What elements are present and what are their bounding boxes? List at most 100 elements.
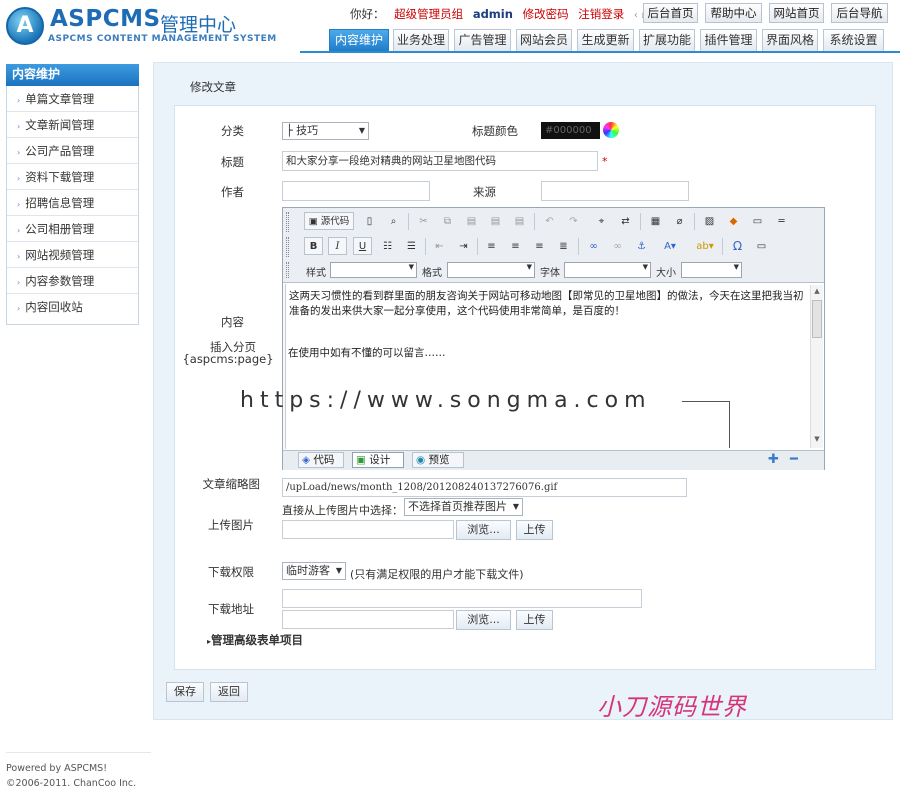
sidebar-item-jobs[interactable]: › 招聘信息管理 <box>7 190 138 216</box>
size-select[interactable]: ▼ <box>681 262 742 278</box>
italic-icon[interactable]: I <box>328 237 347 255</box>
replace-icon[interactable]: ⇄ <box>616 212 635 230</box>
link-icon[interactable]: ∞ <box>584 237 603 255</box>
brand-overlay-text: 小刀源码世界 <box>597 693 747 721</box>
sidebar-item-recycle[interactable]: › 内容回收站 <box>7 294 138 320</box>
special-char-icon[interactable]: Ω <box>728 237 747 255</box>
insert-page-tag[interactable]: {aspcms:page} <box>178 352 278 366</box>
download-file-path[interactable] <box>282 610 454 629</box>
format-select[interactable]: ▼ <box>447 262 535 278</box>
upload-button-2[interactable]: 上传 <box>516 610 553 630</box>
sidebar-item-single-articles[interactable]: › 单篇文章管理 <box>7 86 138 112</box>
tab-extensions[interactable]: 扩展功能 <box>639 29 695 51</box>
select-all-icon[interactable]: ▦ <box>646 212 665 230</box>
sidebar-item-news[interactable]: › 文章新闻管理 <box>7 112 138 138</box>
download-permission-note: (只有满足权限的用户才能下载文件) <box>350 568 524 581</box>
collapse-icon[interactable]: ━ <box>790 452 798 467</box>
logout-link[interactable]: 注销登录 <box>578 7 624 21</box>
anchor-icon[interactable]: ⚓ <box>632 237 651 255</box>
save-button[interactable]: 保存 <box>166 682 204 702</box>
preview-icon[interactable]: ⌕ <box>384 212 403 230</box>
horizontal-rule-icon[interactable]: ═ <box>772 212 791 230</box>
top-button-site-home[interactable]: 网站首页 <box>769 3 824 23</box>
paste-icon[interactable]: ▤ <box>462 212 481 230</box>
style-select[interactable]: ▼ <box>330 262 417 278</box>
find-icon[interactable]: ⌖ <box>592 212 611 230</box>
tab-ads[interactable]: 广告管理 <box>454 29 511 51</box>
category-select[interactable]: ├ 技巧 ▼ <box>282 122 369 140</box>
sidebar-item-videos[interactable]: › 网站视频管理 <box>7 242 138 268</box>
tab-plugins[interactable]: 插件管理 <box>700 29 757 51</box>
top-button-admin-home[interactable]: 后台首页 <box>643 3 698 23</box>
mode-code-button[interactable]: ◈ 代码 <box>298 452 344 468</box>
copy-icon[interactable]: ⧉ <box>438 212 457 230</box>
content-label: 内容 <box>221 315 244 329</box>
outdent-icon[interactable]: ⇤ <box>430 237 449 255</box>
tab-themes[interactable]: 界面风格 <box>762 29 818 51</box>
source-code-button[interactable]: ▣ 源代码 <box>304 212 354 230</box>
source-input[interactable] <box>541 181 689 201</box>
remove-format-icon[interactable]: ⌀ <box>670 212 689 230</box>
color-picker-icon[interactable] <box>603 122 619 138</box>
bold-icon[interactable]: B <box>304 237 323 255</box>
sidebar-item-label: 内容回收站 <box>25 300 83 314</box>
text-color-icon[interactable]: A▾ <box>656 237 684 255</box>
scroll-down-icon[interactable]: ▼ <box>812 435 822 443</box>
download-permission-value: 临时游客 <box>286 564 330 577</box>
title-input[interactable]: 和大家分享一段绝对精典的网站卫星地图代码 <box>282 151 598 171</box>
table-icon[interactable]: ▭ <box>748 212 767 230</box>
browse-button[interactable]: 浏览... <box>456 520 511 540</box>
thumbnail-input[interactable]: /upLoad/news/month_1208/2012082401372760… <box>282 478 687 497</box>
title-color-input[interactable]: #000000 <box>541 122 600 139</box>
tab-members[interactable]: 网站会员 <box>516 29 572 51</box>
upload-button[interactable]: 上传 <box>516 520 553 540</box>
sidebar-item-label: 公司产品管理 <box>25 144 95 158</box>
cut-icon[interactable]: ✂ <box>414 212 433 230</box>
align-justify-icon[interactable]: ≣ <box>554 237 573 255</box>
top-button-nav[interactable]: 后台导航 <box>831 3 888 23</box>
author-input[interactable] <box>282 181 430 201</box>
redo-icon[interactable]: ↷ <box>564 212 583 230</box>
bg-color-icon[interactable]: ab▾ <box>690 237 720 255</box>
scroll-thumb[interactable] <box>812 300 822 338</box>
sidebar-title: 内容维护 <box>6 64 139 86</box>
editor-scrollbar[interactable]: ▲ ▼ <box>810 285 823 448</box>
unordered-list-icon[interactable]: ☰ <box>402 237 421 255</box>
browse-button-2[interactable]: 浏览... <box>456 610 511 630</box>
back-button[interactable]: 返回 <box>210 682 248 702</box>
tab-generate[interactable]: 生成更新 <box>577 29 634 51</box>
new-page-icon[interactable]: ▯ <box>360 212 379 230</box>
font-select[interactable]: ▼ <box>564 262 651 278</box>
flash-icon[interactable]: ◆ <box>724 212 743 230</box>
align-left-icon[interactable]: ≡ <box>482 237 501 255</box>
tab-business[interactable]: 业务处理 <box>393 29 449 51</box>
expand-icon[interactable]: ✚ <box>768 452 779 467</box>
align-right-icon[interactable]: ≡ <box>530 237 549 255</box>
download-url-input[interactable] <box>282 589 642 608</box>
download-permission-select[interactable]: 临时游客 ▼ <box>282 562 346 580</box>
upload-image-path[interactable] <box>282 520 454 539</box>
underline-icon[interactable]: U <box>353 237 372 255</box>
sidebar-item-params[interactable]: › 内容参数管理 <box>7 268 138 294</box>
image-icon[interactable]: ▨ <box>700 212 719 230</box>
sidebar-item-albums[interactable]: › 公司相册管理 <box>7 216 138 242</box>
top-button-help[interactable]: 帮助中心 <box>705 3 762 23</box>
sidebar-item-downloads[interactable]: › 资料下载管理 <box>7 164 138 190</box>
unlink-icon[interactable]: ∞ <box>608 237 627 255</box>
indent-icon[interactable]: ⇥ <box>454 237 473 255</box>
undo-icon[interactable]: ↶ <box>540 212 559 230</box>
tab-content[interactable]: 内容维护 <box>329 29 389 51</box>
mode-preview-button[interactable]: ◉ 预览 <box>412 452 464 468</box>
align-center-icon[interactable]: ≡ <box>506 237 525 255</box>
sidebar-item-products[interactable]: › 公司产品管理 <box>7 138 138 164</box>
ordered-list-icon[interactable]: ☷ <box>378 237 397 255</box>
thumbnail-select[interactable]: 不选择首页推荐图片 ▼ <box>404 498 523 516</box>
mode-design-button[interactable]: ▣ 设计 <box>352 452 404 468</box>
scroll-up-icon[interactable]: ▲ <box>812 287 822 295</box>
tab-settings[interactable]: 系统设置 <box>823 29 884 51</box>
paste-text-icon[interactable]: ▤ <box>486 212 505 230</box>
change-password-link[interactable]: 修改密码 <box>523 7 569 21</box>
paste-word-icon[interactable]: ▤ <box>510 212 529 230</box>
advanced-toggle[interactable]: ▸管理高级表单项目 <box>207 632 303 648</box>
maximize-icon[interactable]: ▭ <box>752 237 771 255</box>
